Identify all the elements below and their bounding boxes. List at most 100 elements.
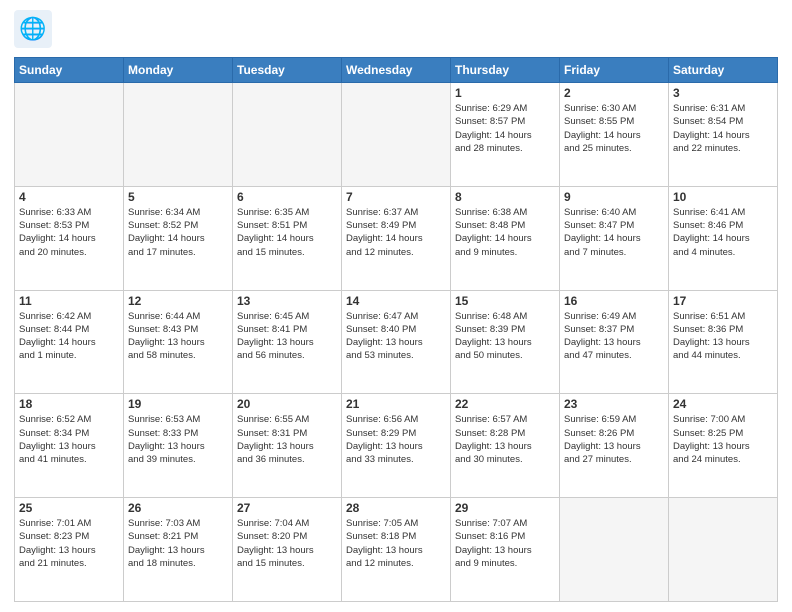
calendar-cell: 1Sunrise: 6:29 AM Sunset: 8:57 PM Daylig… [451,83,560,187]
week-row-3: 11 Sunrise: 6:42 AM Sunset: 8:44 PM Dayli… [15,290,778,394]
day-number: 11 [19,294,119,308]
calendar-cell: 13Sunrise: 6:45 AM Sunset: 8:41 PM Dayli… [233,290,342,394]
day-number: 2 [564,86,664,100]
day-info: Sunrise: 6:51 AM Sunset: 8:36 PM Dayligh… [673,310,773,363]
weekday-header-sunday: Sunday [15,58,124,83]
day-number: 5 [128,190,228,204]
calendar-cell: 26 Sunrise: 7:03 AM Sunset: 8:21 PM Dayli… [124,498,233,602]
day-number: 3 [673,86,773,100]
day-number: 18 [19,397,119,411]
day-info: Sunrise: 6:42 AM Sunset: 8:44 PM Dayligh… [19,310,119,363]
day-info: Sunrise: 6:40 AM Sunset: 8:47 PM Dayligh… [564,206,664,259]
day-number: 16 [564,294,664,308]
day-number: 21 [346,397,446,411]
day-number: 22 [455,397,555,411]
calendar-cell: 17 Sunrise: 6:51 AM Sunset: 8:36 PM Dayli… [669,290,778,394]
calendar-cell: 21 Sunrise: 6:56 AM Sunset: 8:29 PM Dayli… [342,394,451,498]
calendar-cell: 12Sunrise: 6:44 AM Sunset: 8:43 PM Dayli… [124,290,233,394]
day-info: Sunrise: 7:05 AM Sunset: 8:18 PM Dayligh… [346,517,446,570]
day-number: 29 [455,501,555,515]
calendar-cell: 16 Sunrise: 6:49 AM Sunset: 8:37 PM Dayli… [560,290,669,394]
day-number: 26 [128,501,228,515]
day-info: Sunrise: 6:41 AM Sunset: 8:46 PM Dayligh… [673,206,773,259]
day-number: 20 [237,397,337,411]
week-row-1: 1Sunrise: 6:29 AM Sunset: 8:57 PM Daylig… [15,83,778,187]
weekday-header-friday: Friday [560,58,669,83]
day-info: Sunrise: 7:07 AM Sunset: 8:16 PM Dayligh… [455,517,555,570]
day-info: Sunrise: 6:38 AM Sunset: 8:48 PM Dayligh… [455,206,555,259]
day-info: Sunrise: 6:31 AM Sunset: 8:54 PM Dayligh… [673,102,773,155]
calendar: SundayMondayTuesdayWednesdayThursdayFrid… [14,57,778,602]
day-info: Sunrise: 6:52 AM Sunset: 8:34 PM Dayligh… [19,413,119,466]
day-info: Sunrise: 6:33 AM Sunset: 8:53 PM Dayligh… [19,206,119,259]
day-number: 24 [673,397,773,411]
calendar-cell: 11 Sunrise: 6:42 AM Sunset: 8:44 PM Dayli… [15,290,124,394]
calendar-cell: 27 Sunrise: 7:04 AM Sunset: 8:20 PM Dayli… [233,498,342,602]
calendar-cell: 29 Sunrise: 7:07 AM Sunset: 8:16 PM Dayli… [451,498,560,602]
day-info: Sunrise: 6:30 AM Sunset: 8:55 PM Dayligh… [564,102,664,155]
day-info: Sunrise: 6:47 AM Sunset: 8:40 PM Dayligh… [346,310,446,363]
calendar-cell: 20 Sunrise: 6:55 AM Sunset: 8:31 PM Dayli… [233,394,342,498]
calendar-cell: 7 Sunrise: 6:37 AM Sunset: 8:49 PM Daylig… [342,186,451,290]
day-info: Sunrise: 6:45 AM Sunset: 8:41 PM Dayligh… [237,310,337,363]
day-number: 14 [346,294,446,308]
day-info: Sunrise: 6:57 AM Sunset: 8:28 PM Dayligh… [455,413,555,466]
day-info: Sunrise: 6:53 AM Sunset: 8:33 PM Dayligh… [128,413,228,466]
calendar-cell: 3 Sunrise: 6:31 AM Sunset: 8:54 PM Daylig… [669,83,778,187]
header: 🌐 [14,10,778,53]
calendar-cell [560,498,669,602]
calendar-cell: 22 Sunrise: 6:57 AM Sunset: 8:28 PM Dayli… [451,394,560,498]
weekday-header-saturday: Saturday [669,58,778,83]
day-info: Sunrise: 6:44 AM Sunset: 8:43 PM Dayligh… [128,310,228,363]
calendar-cell: 5 Sunrise: 6:34 AM Sunset: 8:52 PM Daylig… [124,186,233,290]
calendar-cell: 15Sunrise: 6:48 AM Sunset: 8:39 PM Dayli… [451,290,560,394]
calendar-cell: 8 Sunrise: 6:38 AM Sunset: 8:48 PM Daylig… [451,186,560,290]
day-info: Sunrise: 6:59 AM Sunset: 8:26 PM Dayligh… [564,413,664,466]
calendar-cell: 4 Sunrise: 6:33 AM Sunset: 8:53 PM Daylig… [15,186,124,290]
day-number: 10 [673,190,773,204]
calendar-cell [233,83,342,187]
calendar-cell: 25 Sunrise: 7:01 AM Sunset: 8:23 PM Dayli… [15,498,124,602]
calendar-cell: 28 Sunrise: 7:05 AM Sunset: 8:18 PM Dayli… [342,498,451,602]
day-info: Sunrise: 7:01 AM Sunset: 8:23 PM Dayligh… [19,517,119,570]
calendar-cell: 19 Sunrise: 6:53 AM Sunset: 8:33 PM Dayli… [124,394,233,498]
day-number: 27 [237,501,337,515]
day-info: Sunrise: 6:37 AM Sunset: 8:49 PM Dayligh… [346,206,446,259]
day-info: Sunrise: 7:04 AM Sunset: 8:20 PM Dayligh… [237,517,337,570]
day-info: Sunrise: 6:35 AM Sunset: 8:51 PM Dayligh… [237,206,337,259]
day-number: 6 [237,190,337,204]
calendar-cell: 10 Sunrise: 6:41 AM Sunset: 8:46 PM Dayli… [669,186,778,290]
week-row-4: 18 Sunrise: 6:52 AM Sunset: 8:34 PM Dayli… [15,394,778,498]
day-info: Sunrise: 6:49 AM Sunset: 8:37 PM Dayligh… [564,310,664,363]
page: 🌐 SundayMondayTuesdayWednesdayThursdayFr… [0,0,792,612]
day-info: Sunrise: 6:34 AM Sunset: 8:52 PM Dayligh… [128,206,228,259]
weekday-header-thursday: Thursday [451,58,560,83]
day-number: 19 [128,397,228,411]
calendar-cell [342,83,451,187]
day-info: Sunrise: 6:48 AM Sunset: 8:39 PM Dayligh… [455,310,555,363]
logo-icon: 🌐 [14,10,52,48]
day-number: 9 [564,190,664,204]
day-info: Sunrise: 6:29 AM Sunset: 8:57 PM Dayligh… [455,102,555,155]
day-number: 8 [455,190,555,204]
weekday-header-monday: Monday [124,58,233,83]
week-row-2: 4 Sunrise: 6:33 AM Sunset: 8:53 PM Daylig… [15,186,778,290]
calendar-cell: 23 Sunrise: 6:59 AM Sunset: 8:26 PM Dayli… [560,394,669,498]
day-number: 4 [19,190,119,204]
day-info: Sunrise: 7:03 AM Sunset: 8:21 PM Dayligh… [128,517,228,570]
day-number: 7 [346,190,446,204]
calendar-cell: 24Sunrise: 7:00 AM Sunset: 8:25 PM Dayli… [669,394,778,498]
calendar-cell [15,83,124,187]
week-row-5: 25 Sunrise: 7:01 AM Sunset: 8:23 PM Dayli… [15,498,778,602]
calendar-cell: 6 Sunrise: 6:35 AM Sunset: 8:51 PM Daylig… [233,186,342,290]
day-number: 25 [19,501,119,515]
day-number: 17 [673,294,773,308]
day-number: 23 [564,397,664,411]
day-info: Sunrise: 6:55 AM Sunset: 8:31 PM Dayligh… [237,413,337,466]
logo: 🌐 [14,10,56,53]
day-number: 28 [346,501,446,515]
weekday-header-row: SundayMondayTuesdayWednesdayThursdayFrid… [15,58,778,83]
calendar-cell: 14 Sunrise: 6:47 AM Sunset: 8:40 PM Dayli… [342,290,451,394]
calendar-cell: 2 Sunrise: 6:30 AM Sunset: 8:55 PM Daylig… [560,83,669,187]
day-info: Sunrise: 6:56 AM Sunset: 8:29 PM Dayligh… [346,413,446,466]
